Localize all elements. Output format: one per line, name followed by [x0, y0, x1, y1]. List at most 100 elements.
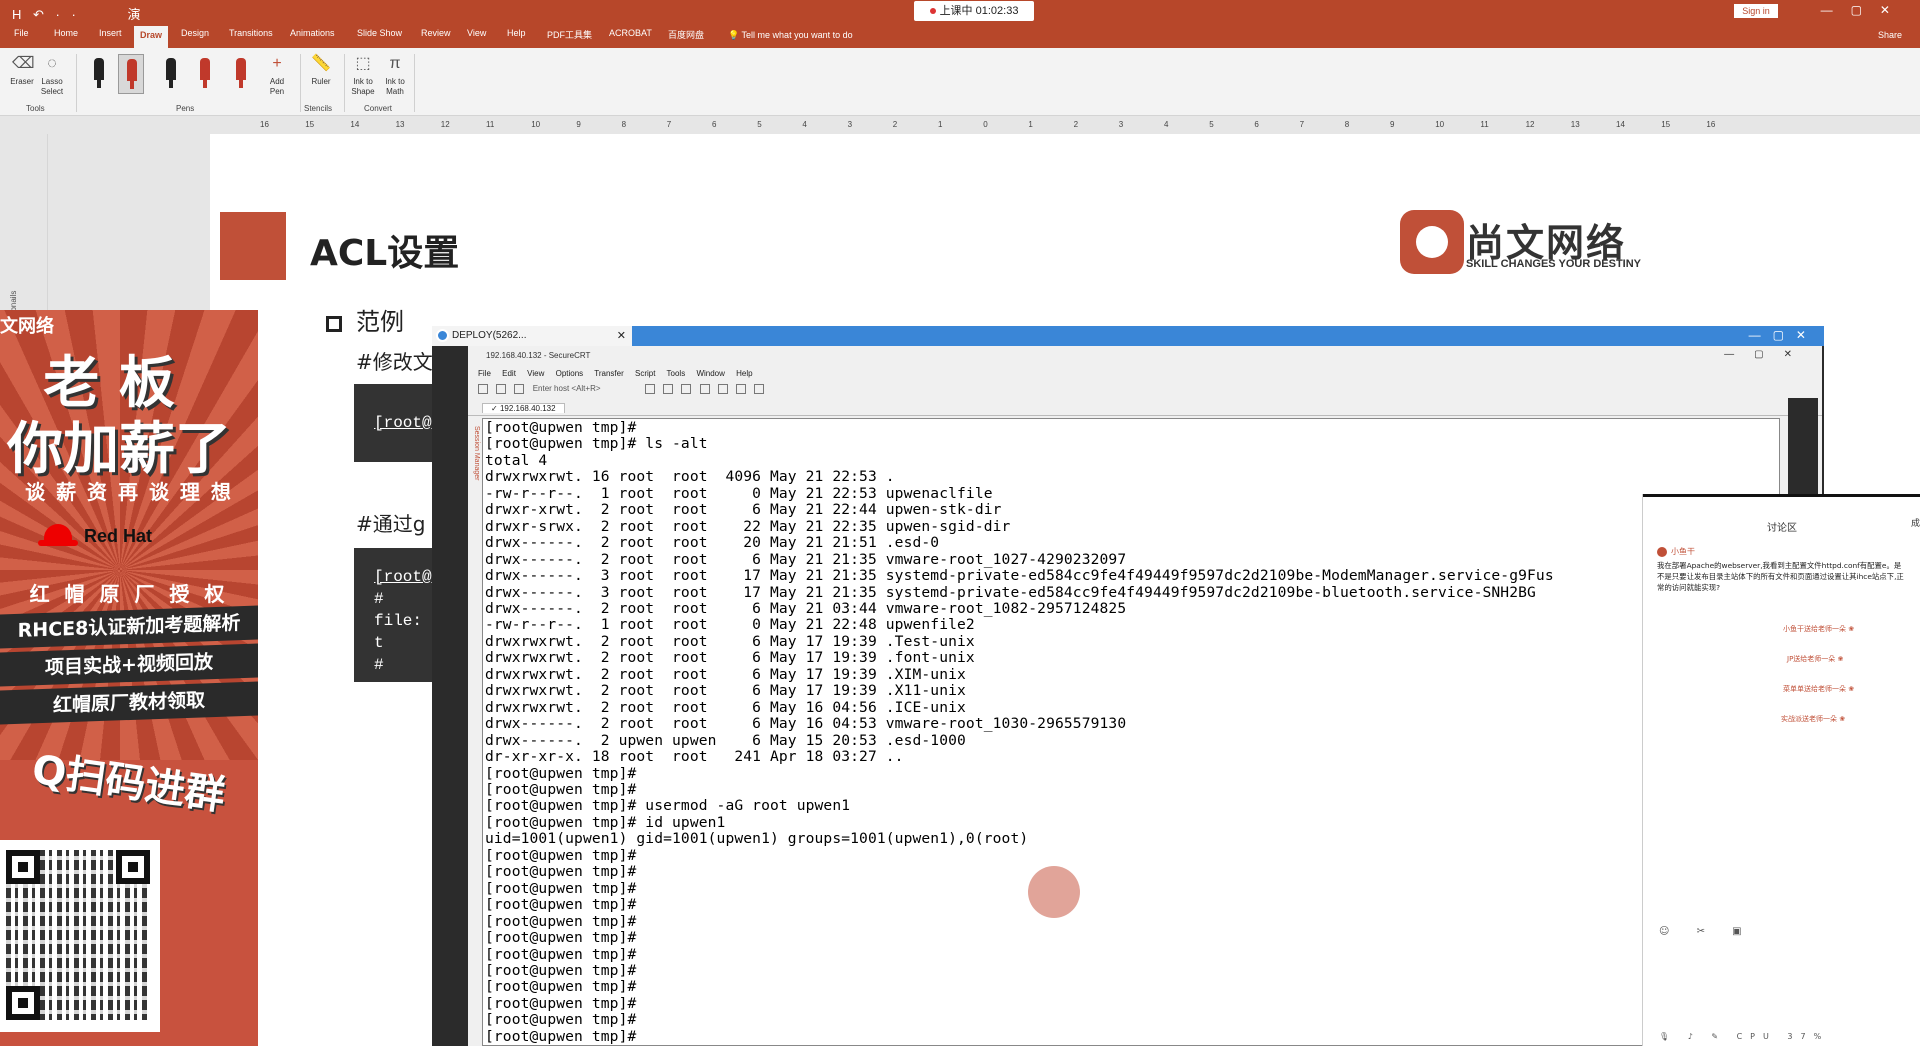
ink-to-math-button[interactable]: π Ink to Math	[380, 52, 410, 97]
menu-view[interactable]: View	[527, 369, 544, 378]
print-icon[interactable]	[699, 384, 710, 394]
tab-help[interactable]: Help	[507, 28, 526, 38]
terminal-line: -rw-r--r--. 1 root root 0 May 21 22:48 u…	[485, 616, 975, 634]
securecrt-window[interactable]: DEPLOY(5262... ✕ —▢✕ 192.168.40.132 - Se…	[432, 326, 1824, 1046]
ppt-title-bar: H ↶ · · 演 上课中 01:02:33 Sign in —▢✕	[0, 0, 1920, 24]
eraser-button[interactable]: ⌫ Eraser	[8, 52, 36, 87]
ruler-tick: 10	[1435, 120, 1445, 129]
ruler-tick: 11	[1480, 120, 1489, 129]
terminal-line: [root@upwen tmp]# id upwen1	[485, 813, 726, 831]
tab-file[interactable]: File	[14, 28, 29, 38]
bullet-item[interactable]: 范例	[326, 302, 404, 337]
save-icon[interactable]: H	[12, 7, 21, 22]
qr-code[interactable]	[0, 840, 160, 1032]
menu-help[interactable]: Help	[736, 369, 752, 378]
tab-transitions[interactable]: Transitions	[229, 28, 273, 38]
securecrt-client: 192.168.40.132 - SecureCRT —▢✕ File Edit…	[468, 346, 1822, 1046]
pen-red[interactable]	[192, 54, 218, 94]
tab-slide-show[interactable]: Slide Show	[357, 28, 402, 38]
discussion-tools[interactable]: ☺ ✂ ▣	[1659, 926, 1754, 937]
ruler-tick: 9	[1390, 120, 1395, 129]
quick-connect-icon[interactable]	[496, 384, 507, 394]
tab-view[interactable]: View	[467, 28, 486, 38]
code-panel[interactable]: [root@ # file: t # owne # group user:up	[354, 548, 441, 762]
window-controls[interactable]: —▢✕	[1749, 328, 1818, 342]
discussion-extra: 成	[1910, 519, 1920, 529]
qa-item[interactable]: ·	[72, 7, 76, 22]
session-manager-label[interactable]: Session Manager	[470, 426, 480, 480]
settings-icon[interactable]	[717, 384, 728, 394]
code-panel[interactable]: [root@	[354, 384, 434, 462]
terminal-line: dr-xr-xr-x. 18 root root 241 Apr 18 03:2…	[485, 748, 904, 766]
keymap-icon[interactable]	[736, 384, 747, 394]
qa-item[interactable]: ·	[56, 7, 60, 22]
pen-black[interactable]	[86, 54, 112, 94]
tab-baidu[interactable]: 百度网盘	[668, 28, 704, 41]
bullet-square-icon	[326, 316, 342, 332]
ruler-tick: 12	[440, 120, 450, 129]
window-controls[interactable]: —▢✕	[1821, 3, 1908, 17]
desktop: H ↶ · · 演 上课中 01:02:33 Sign in —▢✕ File …	[0, 0, 1920, 1046]
paste-icon[interactable]	[663, 384, 674, 394]
terminal-line: drwx------. 3 root root 17 May 21 21:35 …	[485, 583, 1536, 601]
terminal-output[interactable]: [root@upwen tmp]# [root@upwen tmp]# ls -…	[482, 418, 1780, 1046]
find-icon[interactable]	[681, 384, 692, 394]
session-tab[interactable]: ✓ 192.168.40.132	[482, 403, 565, 413]
terminal-line: [root@upwen tmp]#	[485, 1011, 637, 1029]
lasso-select-button[interactable]: ◌ Lasso Select	[38, 52, 66, 97]
ink-to-shape-button[interactable]: ⬚ Ink to Shape	[348, 52, 378, 97]
menu-script[interactable]: Script	[635, 369, 655, 378]
help-icon[interactable]	[754, 384, 765, 394]
terminal-line: drwx------. 2 root root 6 May 21 21:35 v…	[485, 550, 1127, 568]
undo-icon[interactable]: ↶	[33, 7, 44, 22]
recording-badge[interactable]: 上课中 01:02:33	[914, 1, 1034, 21]
sign-in-button[interactable]: Sign in	[1734, 4, 1778, 18]
group-label-stencils: Stencils	[304, 104, 333, 113]
highlighter-red[interactable]	[228, 54, 254, 94]
tab-design[interactable]: Design	[181, 28, 209, 38]
slide-subheading[interactable]: #修改文	[356, 346, 433, 375]
add-pen-button[interactable]: + Add Pen	[262, 52, 292, 97]
tab-acrobat[interactable]: ACROBAT	[609, 28, 652, 38]
menu-options[interactable]: Options	[556, 369, 584, 378]
remote-session-tab[interactable]: DEPLOY(5262... ✕	[432, 326, 632, 346]
discussion-panel[interactable]: 讨论区 成 小鱼干 我在部署Apache的webserver,我看到主配置文件h…	[1642, 494, 1920, 1046]
terminal-line: [root@upwen tmp]#	[485, 419, 637, 436]
tab-review[interactable]: Review	[421, 28, 451, 38]
terminal-line: [root@upwen tmp]# usermod -aG root upwen…	[485, 797, 851, 815]
promo-banner[interactable]: 文网络 老 板 你加薪了 谈 薪 资 再 谈 理 想 Red Hat 红 帽 原…	[0, 310, 258, 1046]
tab-draw[interactable]: Draw	[134, 26, 169, 48]
menu-transfer[interactable]: Transfer	[594, 369, 624, 378]
connect-icon[interactable]	[478, 384, 488, 394]
qr-finder-icon	[6, 850, 40, 884]
tab-animations[interactable]: Animations	[290, 28, 335, 38]
pen-black-2[interactable]	[158, 54, 184, 94]
slide-title[interactable]: ACL设置	[310, 224, 459, 276]
terminal-line: drwxr-srwx. 2 root root 22 May 21 22:35 …	[485, 517, 1011, 535]
tab-home[interactable]: Home	[54, 28, 78, 38]
menu-tools[interactable]: Tools	[667, 369, 686, 378]
copy-icon[interactable]	[644, 384, 655, 394]
tab-pdf[interactable]: PDF工具集	[547, 28, 592, 41]
share-button[interactable]: Share	[1878, 30, 1902, 40]
tab-insert[interactable]: Insert	[99, 28, 122, 38]
tab-label: DEPLOY(5262...	[452, 330, 527, 341]
promo-chips: 谈 薪 资 再 谈 理 想	[25, 480, 233, 504]
slide-subheading[interactable]: #通过g	[356, 508, 425, 537]
code-line: # group	[374, 700, 423, 740]
menu-file[interactable]: File	[478, 369, 491, 378]
inner-window-controls[interactable]: —▢✕	[1724, 349, 1812, 360]
reconnect-icon[interactable]	[514, 384, 525, 394]
host-input[interactable]: Enter host <Alt+R>	[533, 384, 623, 393]
tell-me-search[interactable]: 💡 Tell me what you want to do	[728, 30, 853, 41]
close-icon[interactable]: ✕	[617, 329, 626, 342]
ruler-button[interactable]: 📏 Ruler	[306, 52, 336, 87]
separator	[344, 54, 345, 112]
ruler-tick: 0	[983, 120, 988, 129]
ruler-tick: 1	[1028, 120, 1033, 129]
logo-tagline: SKILL CHANGES YOUR DESTINY	[1466, 258, 1642, 270]
promo-top-text: 文网络	[0, 316, 54, 337]
pen-red-selected[interactable]	[118, 54, 144, 94]
menu-window[interactable]: Window	[696, 369, 724, 378]
menu-edit[interactable]: Edit	[502, 369, 516, 378]
